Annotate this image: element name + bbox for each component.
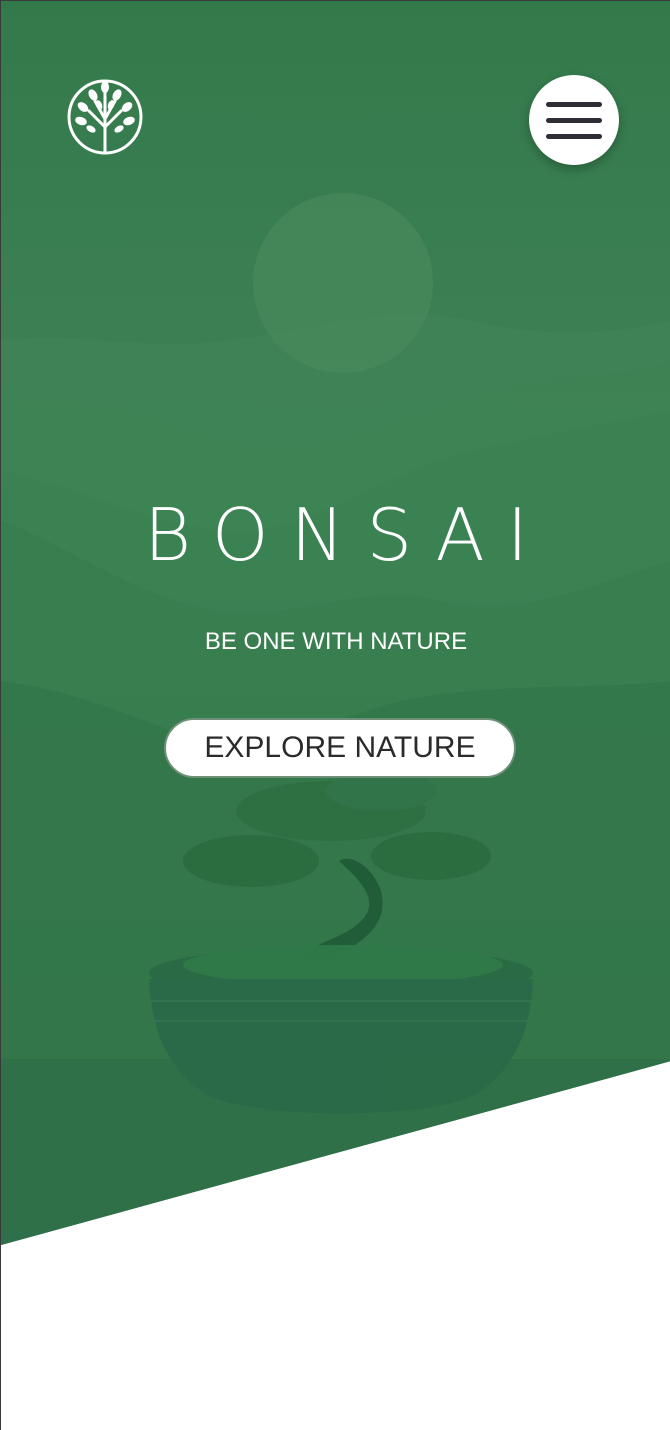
hero-background-image: [1, 193, 670, 1245]
hero-section: BONSAI BE ONE WITH NATURE EXPLORE NATURE: [1, 1, 670, 1245]
hero-subtitle: BE ONE WITH NATURE: [204, 628, 468, 655]
page: BONSAI BE ONE WITH NATURE EXPLORE NATURE: [0, 0, 670, 1430]
menu-button[interactable]: [529, 75, 619, 165]
hero-title: BONSAI: [144, 493, 550, 577]
bonsai-pot: [149, 945, 533, 1114]
hamburger-menu-icon-bar-3: [546, 133, 602, 139]
explore-nature-button[interactable]: EXPLORE NATURE: [164, 718, 516, 778]
hamburger-menu-icon: [546, 101, 602, 107]
hamburger-menu-icon-bar-2: [546, 117, 602, 123]
tree-of-life-icon: [67, 79, 143, 155]
brand-logo[interactable]: [65, 71, 145, 159]
